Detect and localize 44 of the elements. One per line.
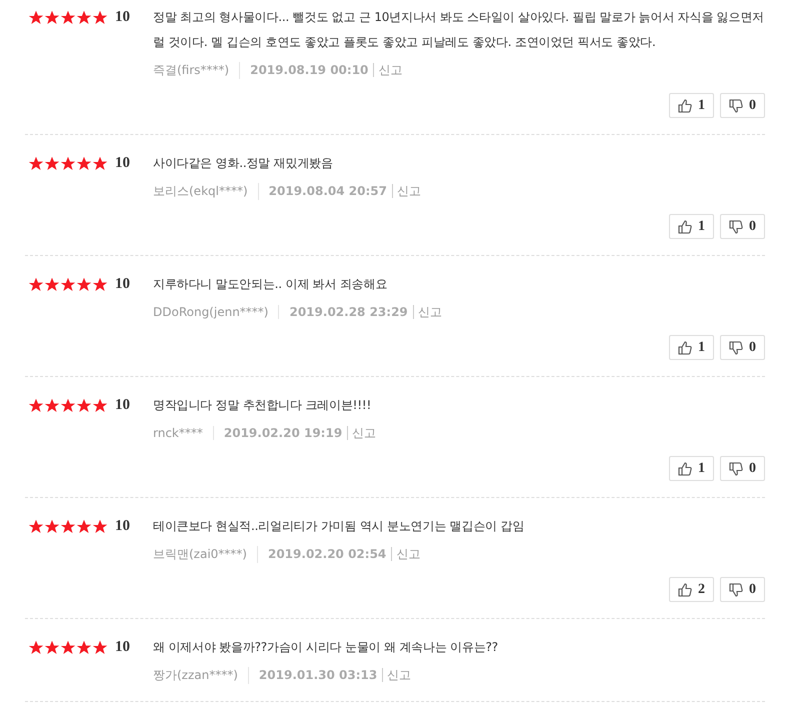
- thumbs-down-icon: [729, 98, 743, 112]
- score: 10: [115, 155, 130, 172]
- dislike-button[interactable]: 0: [720, 456, 765, 481]
- dislike-button[interactable]: 0: [720, 93, 765, 118]
- thumbs-up-icon: [678, 582, 692, 596]
- score: 10: [115, 276, 130, 293]
- review-date: 2019.08.04 20:57: [258, 184, 393, 198]
- like-button[interactable]: 1: [669, 93, 714, 118]
- author-name: 보리스(ekql****): [153, 182, 259, 200]
- review-text: 왜 이제서야 봤을까??가슴이 시리다 눈물이 왜 계속나는 이유는??: [153, 639, 499, 656]
- review-date: 2019.02.28 23:29: [279, 305, 414, 319]
- review-date: 2019.02.20 02:54: [258, 547, 392, 561]
- review-text: 지루하다니 말도안되는.. 이제 봐서 죄송해요: [153, 276, 388, 293]
- dislike-button[interactable]: 0: [720, 577, 765, 602]
- author-name: rnck****: [153, 426, 214, 440]
- author-name: DDoRong(jenn****): [153, 305, 280, 319]
- review-date: 2019.08.19 00:10: [240, 63, 374, 77]
- score: 10: [115, 518, 130, 535]
- like-button[interactable]: 2: [669, 577, 714, 602]
- thumbs-up-icon: [678, 340, 692, 354]
- review-date: 2019.01.30 03:13: [248, 668, 384, 682]
- like-button[interactable]: 1: [669, 335, 714, 360]
- author-name: 짱가(zzan****): [153, 666, 249, 684]
- thumbs-down-icon: [729, 582, 743, 596]
- thumbs-down-icon: [729, 340, 743, 354]
- score: 10: [115, 639, 130, 656]
- dislike-button[interactable]: 0: [720, 214, 765, 239]
- like-button[interactable]: 1: [669, 214, 714, 239]
- author-name: 브릭맨(zai0****): [153, 546, 258, 562]
- review-text: 정말 최고의 형사물이다... 뺄것도 없고 근 10년지나서 봐도 스타일이 살아있다. 필립 말로가 늙어서 자식을 잃으면저럴 것이다. 멜 깁슨의 호연도 좋았고 플롯도 좋았고 피날레도 좋았다. 조연이었던 픽서도 좋았다.: [153, 9, 765, 51]
- review-text: 명작입니다 정말 추천합니다 크레이븐!!!!: [153, 397, 372, 414]
- author-name: 즉결(firs****): [153, 62, 240, 78]
- review-text: 사이다같은 영화..정말 재밌게봤음: [153, 155, 334, 172]
- thumbs-up-icon: [678, 220, 692, 234]
- dislike-button[interactable]: 0: [720, 335, 765, 360]
- score: 10: [115, 9, 130, 26]
- review-date: 2019.02.20 19:19: [214, 426, 348, 440]
- like-button[interactable]: 1: [669, 456, 714, 481]
- review-text: 테이큰보다 현실적..리얼리티가 가미됨 역시 분노연기는 맬깁슨이 갑임: [153, 518, 526, 535]
- score: 10: [115, 397, 130, 414]
- thumbs-up-icon: [678, 462, 692, 476]
- thumbs-down-icon: [729, 462, 743, 476]
- thumbs-up-icon: [678, 98, 692, 112]
- thumbs-down-icon: [729, 220, 743, 234]
